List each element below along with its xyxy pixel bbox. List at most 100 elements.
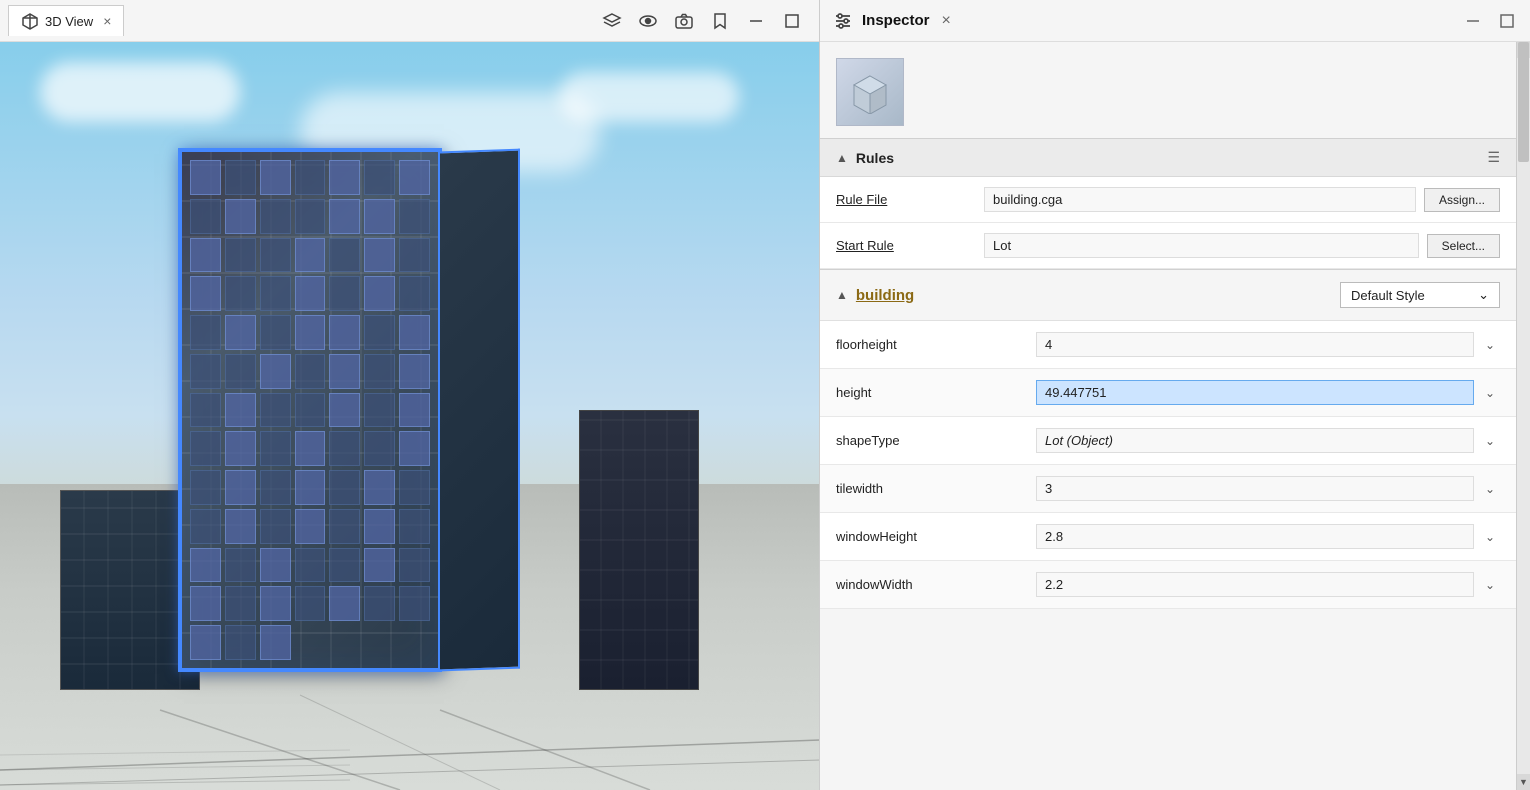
window-cell (329, 354, 360, 389)
start-rule-value: Lot (984, 233, 1419, 258)
window-cell (225, 470, 256, 505)
building-name[interactable]: building (856, 287, 914, 304)
window-cell (225, 238, 256, 273)
attr-chevron-icon[interactable]: ⌄ (1480, 434, 1500, 448)
style-dropdown[interactable]: Default Style ⌄ (1340, 282, 1500, 308)
attr-chevron-icon[interactable]: ⌄ (1480, 482, 1500, 496)
window-cell (225, 276, 256, 311)
rule-file-label: Rule File (836, 192, 976, 207)
rule-file-value: building.cga (984, 187, 1416, 212)
viewport-3d[interactable] (0, 42, 819, 790)
window-cell (329, 238, 360, 273)
attr-name: floorheight (836, 337, 1036, 352)
style-dropdown-chevron: ⌄ (1478, 287, 1489, 303)
camera-icon[interactable] (673, 10, 695, 32)
attr-value-area: Lot (Object) ⌄ (1036, 428, 1500, 453)
attr-value[interactable]: 4 (1036, 332, 1474, 357)
window-cell (260, 315, 291, 350)
layers-icon[interactable] (601, 10, 623, 32)
rule-file-row: Rule File building.cga Assign... (820, 177, 1516, 223)
attr-name: tilewidth (836, 481, 1036, 496)
window-cell (295, 548, 326, 583)
window-cell (295, 393, 326, 428)
inspector-panel-icon (832, 10, 854, 32)
window-cell (260, 160, 291, 195)
tab-close-icon[interactable]: × (103, 14, 111, 28)
attr-name: windowWidth (836, 577, 1036, 592)
window-cell (329, 509, 360, 544)
window-cell (190, 431, 221, 466)
attr-value-area: 49.447751 ⌄ (1036, 380, 1500, 405)
building-windows (190, 160, 430, 660)
attribute-row: windowHeight2.8⌄ (820, 513, 1516, 561)
inspector-minimize-icon[interactable] (1462, 10, 1484, 32)
inspector-scrollbar[interactable]: ▲ ▼ (1516, 42, 1530, 790)
attr-chevron-icon[interactable]: ⌄ (1480, 578, 1500, 592)
attr-value[interactable]: 3 (1036, 476, 1474, 501)
window-cell (260, 354, 291, 389)
window-cell (329, 470, 360, 505)
inspector-close-icon[interactable]: × (942, 12, 951, 30)
window-cell (260, 276, 291, 311)
attr-chevron-icon[interactable]: ⌄ (1480, 338, 1500, 352)
window-cell (399, 315, 430, 350)
window-cell (329, 431, 360, 466)
rules-options-icon[interactable]: ☰ (1487, 149, 1500, 166)
window-cell (399, 160, 430, 195)
window-cell (225, 431, 256, 466)
rules-collapse-icon[interactable]: ▲ (836, 151, 848, 165)
inspector-toolbar-right (1462, 10, 1518, 32)
window-cell (295, 160, 326, 195)
tab-bar: 3D View × (0, 0, 819, 42)
attr-value-area: 3⌄ (1036, 476, 1500, 501)
window-cell (190, 354, 221, 389)
object-icon-area (820, 42, 1516, 138)
inspector-maximize-icon[interactable] (1496, 10, 1518, 32)
building-collapse-icon[interactable]: ▲ (836, 288, 848, 302)
attr-value[interactable]: 2.8 (1036, 524, 1474, 549)
window-cell (329, 393, 360, 428)
window-cell (329, 160, 360, 195)
attr-value[interactable]: 49.447751 (1036, 380, 1474, 405)
window-cell (260, 548, 291, 583)
window-cell (364, 238, 395, 273)
window-cell (364, 470, 395, 505)
visibility-icon[interactable] (637, 10, 659, 32)
window-cell (364, 548, 395, 583)
window-cell (190, 199, 221, 234)
cube-icon (21, 12, 39, 30)
left-panel: 3D View × (0, 0, 820, 790)
window-cell (260, 470, 291, 505)
rules-section-header: ▲ Rules ☰ (820, 139, 1516, 177)
window-cell (329, 548, 360, 583)
attr-chevron-icon[interactable]: ⌄ (1480, 530, 1500, 544)
window-cell (399, 393, 430, 428)
window-cell (364, 354, 395, 389)
tab-toolbar (601, 10, 811, 32)
window-cell (295, 238, 326, 273)
start-rule-select-button[interactable]: Select... (1427, 234, 1500, 258)
scrollbar-thumb[interactable] (1518, 42, 1529, 162)
window-cell (190, 315, 221, 350)
window-cell (190, 509, 221, 544)
window-cell (225, 509, 256, 544)
scrollbar-down-arrow[interactable]: ▼ (1517, 774, 1530, 790)
bookmark-icon[interactable] (709, 10, 731, 32)
attr-value[interactable]: 2.2 (1036, 572, 1474, 597)
minimize-icon[interactable] (745, 10, 767, 32)
window-cell (399, 548, 430, 583)
window-cell (364, 276, 395, 311)
tab-3d-view[interactable]: 3D View × (8, 5, 124, 36)
rule-file-assign-button[interactable]: Assign... (1424, 188, 1500, 212)
window-cell (295, 470, 326, 505)
attr-chevron-icon[interactable]: ⌄ (1480, 386, 1500, 400)
window-cell (295, 509, 326, 544)
window-cell (399, 509, 430, 544)
attr-value[interactable]: Lot (Object) (1036, 428, 1474, 453)
window-cell (364, 393, 395, 428)
window-cell (260, 509, 291, 544)
maximize-icon[interactable] (781, 10, 803, 32)
attribute-row: shapeTypeLot (Object)⌄ (820, 417, 1516, 465)
window-cell (399, 199, 430, 234)
window-cell (364, 199, 395, 234)
